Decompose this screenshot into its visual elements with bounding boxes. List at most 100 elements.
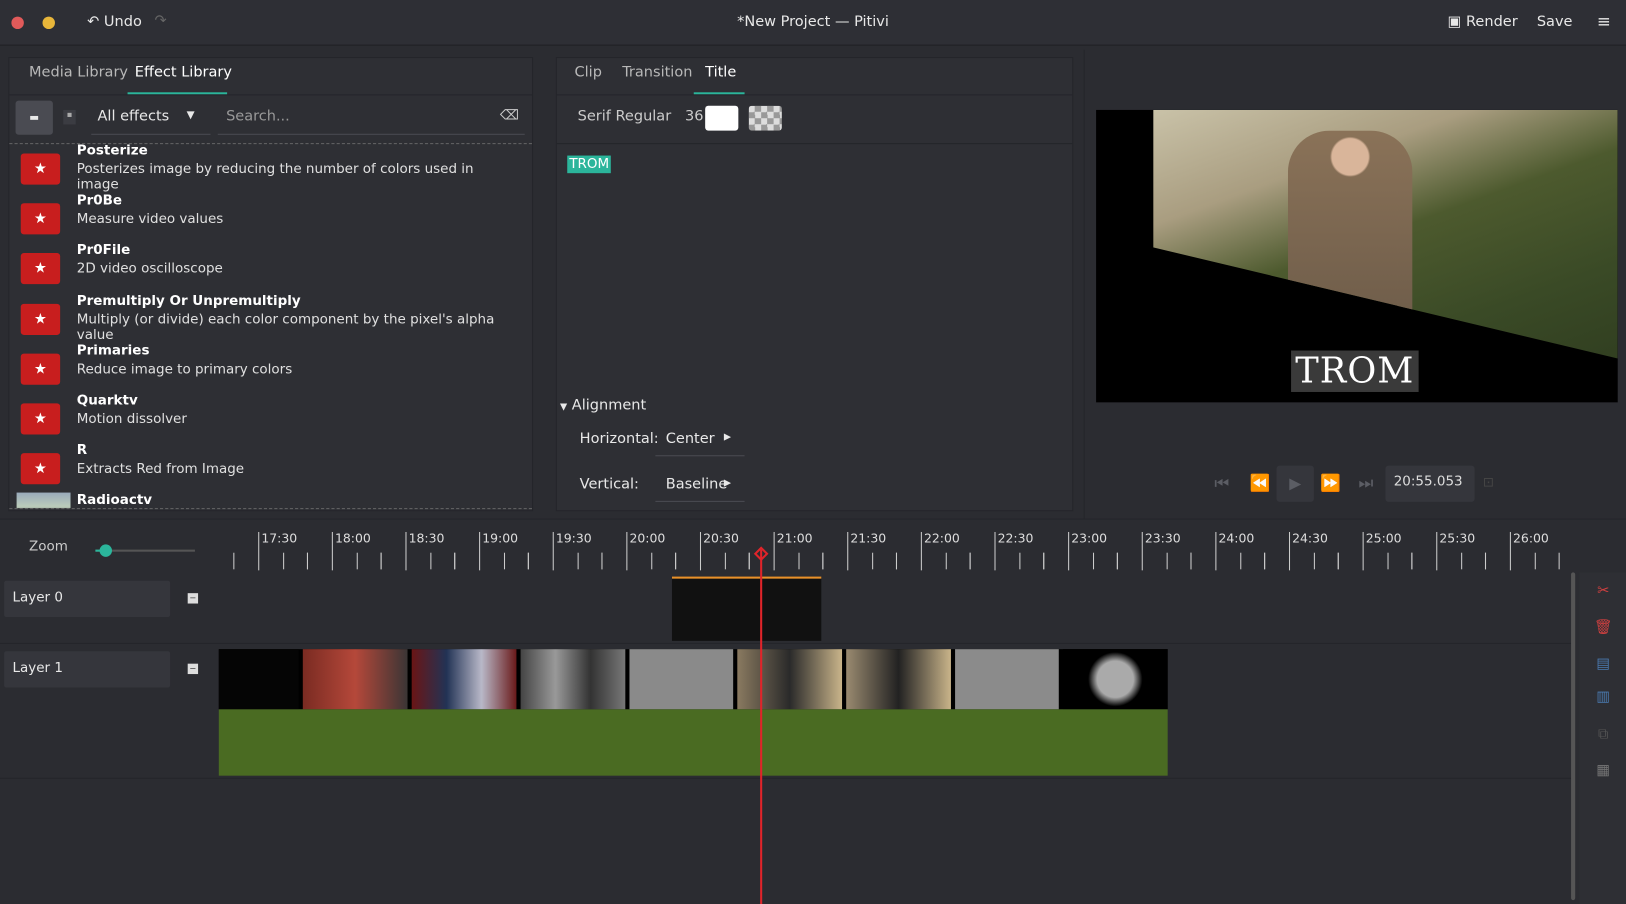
ruler-minor-tick [1166,552,1168,570]
title-text-editor[interactable]: TROM [557,144,1072,383]
effect-list-item[interactable]: ★ R Extracts Red from Image [15,443,513,493]
ruler-major-tick [331,531,333,571]
search-input[interactable]: Search... ⌫ [217,101,525,135]
ungroup-icon[interactable]: ▥ [1592,689,1615,712]
copy-icon[interactable]: ⧉ [1592,726,1615,749]
title-text-selection: TROM [567,155,612,174]
title-clip[interactable] [671,576,822,641]
layer-separator [0,642,1572,644]
audio-clip[interactable] [218,709,1168,776]
ruler-label: 19:30 [555,530,592,546]
group-icon[interactable]: ▤ [1592,655,1615,678]
ruler-label: 24:30 [1292,530,1328,546]
ruler-label: 21:00 [776,530,813,546]
category-value: All effects [97,107,170,125]
effects-list: ★ Posterize Posterizes image by reducing… [0,143,533,509]
thumbnail [737,649,842,710]
save-button[interactable]: Save [1537,13,1573,30]
effect-list-item[interactable]: ★ Pr0Be Measure video values [15,193,513,243]
font-button[interactable]: Serif Regular 36 [578,108,704,125]
playhead[interactable] [760,549,763,904]
ruler-major-tick [1215,531,1217,571]
ruler-minor-tick [1239,552,1241,570]
tab-effect-library[interactable]: Effect Library [135,64,232,81]
redo-button[interactable]: ↷ [155,12,167,29]
layer-0-label: Layer 0 [12,590,63,606]
tab-media-library[interactable]: Media Library [29,64,128,81]
ruler-label: 26:00 [1512,530,1549,546]
ruler-minor-tick [822,552,824,570]
ruler-minor-tick [1190,552,1192,570]
ruler-label: 19:00 [482,530,519,546]
ruler-minor-tick [1534,552,1536,570]
layer-0-header[interactable]: Layer 0 [4,580,171,618]
ruler-label: 20:00 [629,530,666,546]
ruler-minor-tick [1338,552,1340,570]
alignment-expander[interactable]: ▼ Alignment [560,397,646,414]
rewind-icon[interactable]: ⏪ [1250,473,1271,493]
vertical-label: Vertical: [579,475,639,493]
timeline-ruler[interactable]: 17:30 18:00 18:30 19:00 19:30 20:00 20:30 21:00… [0,524,1566,571]
chevron-down-icon: ▼ [186,109,195,122]
ruler-major-tick [258,531,260,571]
ruler-label: 17:30 [261,530,298,546]
go-to-end-icon[interactable]: ⏭ [1358,473,1373,494]
ruler-minor-tick [749,552,751,570]
layer-1-menu-icon[interactable]: − [187,663,199,675]
effect-list-item[interactable]: ★ Primaries Reduce image to primary colo… [15,343,513,393]
align-icon[interactable]: ▦ [1592,762,1615,785]
effect-list-item[interactable]: Radioactv [15,492,513,509]
menu-icon[interactable]: ≡ [1597,11,1611,31]
tab-title[interactable]: Title [705,64,736,81]
effect-description: Posterizes image by reducing the number … [76,161,474,193]
ruler-minor-tick [282,552,284,570]
collapsed-view-button[interactable]: ▪ [63,109,76,125]
expanded-view-button[interactable]: ▬ [15,100,53,135]
tab-transition[interactable]: Transition [622,64,692,81]
ruler-minor-tick [1460,552,1462,570]
ruler-minor-tick [1264,552,1266,570]
ruler-minor-tick [798,552,800,570]
effect-gift-icon: ★ [20,303,61,335]
layer-0-menu-icon[interactable]: − [187,593,199,604]
delete-icon[interactable]: 🗑 [1592,619,1615,642]
go-to-start-icon[interactable]: ⏮ [1214,473,1229,494]
effect-description: Extracts Red from Image [76,461,245,478]
play-button[interactable]: ▶ [1276,465,1314,502]
ruler-major-tick [773,531,775,571]
ruler-label: 25:00 [1365,530,1402,546]
split-scissors-icon[interactable]: ✂ [1592,583,1615,606]
foreground-color-button[interactable] [705,105,739,131]
background-color-button[interactable] [748,105,782,131]
ruler-minor-tick [430,552,432,570]
ruler-label: 22:00 [923,530,960,546]
video-clip-thumbnails[interactable] [218,649,1168,710]
window-title: *New Project — Pitivi [737,13,889,31]
minimize-button[interactable] [42,16,55,30]
ruler-label: 18:00 [334,530,371,546]
detach-viewer-icon[interactable]: ⊡ [1483,475,1494,491]
category-dropdown[interactable]: All effects ▼ [91,101,211,135]
video-viewer[interactable]: TROM [1096,109,1618,403]
render-button[interactable]: ▣ Render [1448,13,1518,30]
horizontal-alignment-dropdown[interactable]: Center ▶ [655,421,745,457]
effect-list-item[interactable]: ★ Premultiply Or Unpremultiply Multiply … [15,293,513,343]
vertical-scrollbar[interactable] [1571,572,1576,901]
effect-list-item[interactable]: ★ Quarktv Motion dissolver [15,393,513,443]
tab-clip[interactable]: Clip [574,64,601,81]
effect-list-item[interactable]: ★ Pr0File 2D video oscilloscope [15,243,513,293]
forward-icon[interactable]: ⏩ [1320,473,1341,493]
layer-1-header[interactable]: Layer 1 [4,651,171,688]
undo-button[interactable]: ↶ Undo [87,13,142,30]
clear-search-icon[interactable]: ⌫ [500,108,519,124]
list-bottom-border [9,508,532,510]
close-button[interactable] [11,16,24,30]
person-figure [1287,130,1413,349]
effect-list-item[interactable]: ★ Posterize Posterizes image by reducing… [15,143,513,193]
timecode-field[interactable]: 20:55.053 [1385,465,1475,502]
ruler-major-tick [1362,531,1364,571]
ruler-major-tick [1436,531,1438,571]
vertical-alignment-dropdown[interactable]: Baseline ▶ [655,467,745,502]
ruler-label: 18:30 [408,530,445,546]
effect-name: Radioactv [76,492,153,509]
